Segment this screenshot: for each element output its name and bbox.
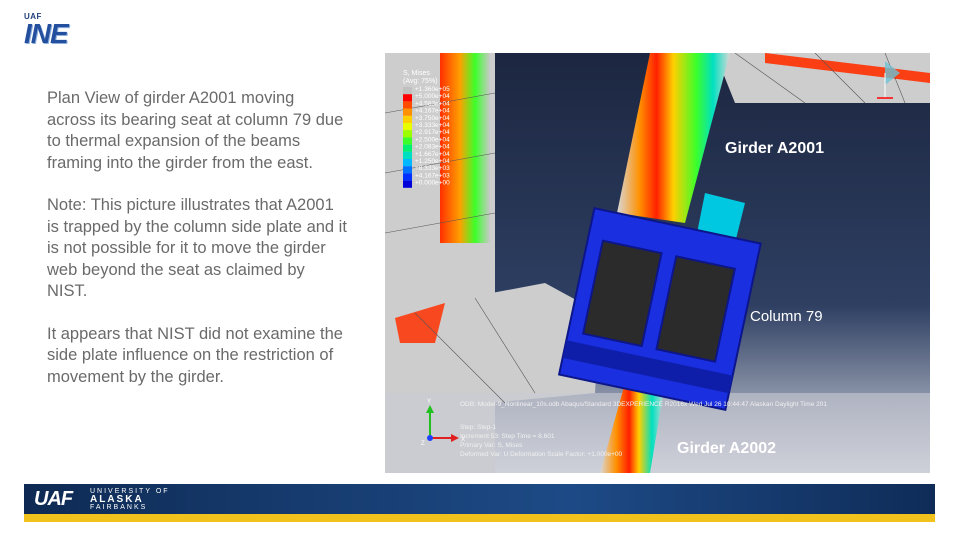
uaf-wordmark: UNIVERSITY OF ALASKA FAIRBANKS xyxy=(90,488,170,512)
fea-stress-figure: S, Mises (Avg: 75%) +1.360e+05 +5.000e+04… xyxy=(385,53,930,473)
legend-swatch xyxy=(403,87,412,95)
legend-value-label: +0.000e+00 xyxy=(415,180,450,187)
ine-logo: UAF INE xyxy=(24,12,78,52)
legend-value-label: +1.667e+04 xyxy=(415,151,450,158)
legend-value-label: +4.167e+04 xyxy=(415,108,450,115)
axis-z-label: Z xyxy=(421,441,425,447)
info-primary-var-line: Primary Var: S, Mises xyxy=(460,442,523,449)
legend-swatch xyxy=(403,151,412,159)
legend-swatch xyxy=(403,115,412,123)
legend-title: S, Mises xyxy=(403,70,430,77)
uaf-logo-mark: UAF xyxy=(34,488,73,510)
footer-gold-stripe xyxy=(24,514,935,522)
label-column-79: Column 79 xyxy=(750,308,823,325)
info-deformed-var-line: Deformed Var: U Deformation Scale Factor… xyxy=(460,451,622,458)
legend-swatch xyxy=(403,144,412,152)
legend-value-label: +8.333e+03 xyxy=(415,165,450,172)
column-79-body xyxy=(557,207,762,412)
legend-labels: +1.360e+05+5.000e+04+4.583e+04+4.167e+04… xyxy=(415,86,450,187)
info-increment-line: Increment 53: Step Time = 8.601 xyxy=(460,433,555,440)
info-step-line: Step: Step-1 xyxy=(460,424,497,431)
uaf-footer-banner: UAF UNIVERSITY OF ALASKA FAIRBANKS xyxy=(24,484,935,522)
label-girder-a2002: Girder A2002 xyxy=(677,440,776,457)
legend-swatch xyxy=(403,108,412,116)
legend-swatch xyxy=(403,94,412,102)
legend-swatch xyxy=(403,173,412,181)
wordmark-alaska: ALASKA xyxy=(90,494,144,505)
paragraph-plan-view: Plan View of girder A2001 moving across … xyxy=(47,89,344,172)
legend-value-label: +4.167e+03 xyxy=(415,172,450,179)
paragraph-note: Note: This picture illustrates that A200… xyxy=(47,196,347,300)
legend-value-label: +2.917e+04 xyxy=(415,129,450,136)
label-girder-a2001: Girder A2001 xyxy=(725,140,824,157)
slide-body-text: Plan View of girder A2001 moving across … xyxy=(47,88,347,409)
legend-swatch xyxy=(403,180,412,188)
legend-value-label: +5.000e+04 xyxy=(415,93,450,100)
legend-swatch xyxy=(403,101,412,109)
axis-y-label: Y xyxy=(427,399,431,405)
legend-value-label: +2.500e+04 xyxy=(415,136,450,143)
paragraph-nist: It appears that NIST did not examine the… xyxy=(47,324,343,386)
legend-color-bar xyxy=(403,87,412,188)
legend-value-label: +3.333e+04 xyxy=(415,122,450,129)
legend-value-label: +3.750e+04 xyxy=(415,115,450,122)
legend-swatch xyxy=(403,137,412,145)
axis-x-label: X xyxy=(461,437,465,443)
legend-swatch xyxy=(403,130,412,138)
legend-swatch xyxy=(403,166,412,174)
wordmark-fairbanks: FAIRBANKS xyxy=(90,504,148,511)
legend-value-label: +1.250e+04 xyxy=(415,158,450,165)
legend-value-label: +4.583e+04 xyxy=(415,100,450,107)
legend-subtitle: (Avg: 75%) xyxy=(403,78,438,85)
info-odb-line: ODB: Model-9_Nonlinear_10s.odb Abaqus/St… xyxy=(460,401,827,408)
legend-swatch xyxy=(403,159,412,167)
legend-value-label: +2.083e+04 xyxy=(415,144,450,151)
legend-swatch xyxy=(403,123,412,131)
legend-value-label: +1.360e+05 xyxy=(415,86,450,93)
logo-ine-text: INE xyxy=(24,18,69,49)
